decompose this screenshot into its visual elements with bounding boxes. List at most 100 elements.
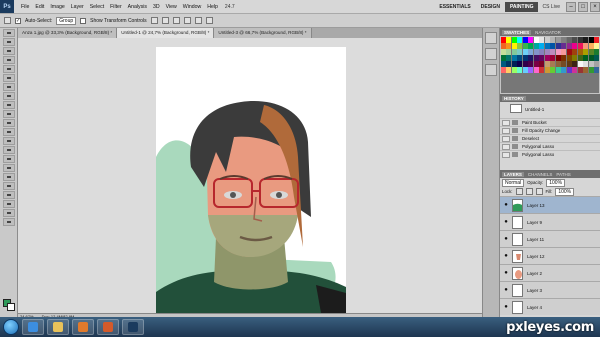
layer-row[interactable]: ● Layer 9 xyxy=(500,213,600,230)
color-swatch[interactable] xyxy=(566,49,572,55)
color-swatch[interactable] xyxy=(561,55,567,61)
move-tool-icon[interactable] xyxy=(2,29,15,37)
color-swatch[interactable] xyxy=(566,55,572,61)
auto-select-dropdown[interactable]: Group xyxy=(56,16,77,25)
background-color-swatch[interactable] xyxy=(7,303,15,311)
color-swatch[interactable] xyxy=(539,37,545,43)
document-canvas[interactable] xyxy=(156,47,346,313)
minimize-icon[interactable]: – xyxy=(566,1,576,12)
history-brush-tool-icon[interactable] xyxy=(2,110,15,118)
color-swatch[interactable] xyxy=(555,49,561,55)
zoom-level[interactable]: 24.7 xyxy=(221,4,239,10)
workspace-essentials[interactable]: ESSENTIALS xyxy=(434,2,475,12)
align-middle-icon[interactable] xyxy=(161,17,169,24)
color-swatch[interactable] xyxy=(566,37,572,43)
color-swatch[interactable] xyxy=(533,43,539,49)
color-swatch[interactable] xyxy=(506,55,512,61)
color-swatch[interactable] xyxy=(577,55,583,61)
layer-row[interactable]: ● Layer 11 xyxy=(500,230,600,247)
color-swatch[interactable] xyxy=(588,61,594,67)
shape-tool-icon[interactable] xyxy=(2,182,15,190)
eye-icon[interactable]: ● xyxy=(502,252,510,260)
color-swatch[interactable] xyxy=(528,49,534,55)
3d-rotate-tool-icon[interactable] xyxy=(2,191,15,199)
healing-tool-icon[interactable] xyxy=(2,83,15,91)
color-swatch[interactable] xyxy=(544,49,550,55)
color-swatch[interactable] xyxy=(528,67,534,73)
blur-tool-icon[interactable] xyxy=(2,137,15,145)
color-swatch[interactable] xyxy=(511,49,517,55)
history-item[interactable]: Paint Bucket xyxy=(500,118,600,126)
color-swatch[interactable] xyxy=(517,61,523,67)
taskbar-photoshop[interactable] xyxy=(122,319,144,335)
color-swatch[interactable] xyxy=(588,37,594,43)
menu-edit[interactable]: Edit xyxy=(32,4,47,10)
color-swatch[interactable] xyxy=(539,55,545,61)
history-snapshot-thumb[interactable] xyxy=(510,104,522,113)
color-swatch[interactable] xyxy=(533,37,539,43)
color-swatch[interactable] xyxy=(583,43,589,49)
color-swatch[interactable] xyxy=(583,49,589,55)
color-swatch[interactable] xyxy=(566,43,572,49)
taskbar-explorer[interactable] xyxy=(47,319,69,335)
menu-image[interactable]: Image xyxy=(47,4,67,10)
color-swatch[interactable] xyxy=(561,61,567,67)
history-item[interactable]: Polygonal Lasso xyxy=(500,142,600,150)
color-swatch[interactable] xyxy=(594,37,599,43)
eye-icon[interactable]: ● xyxy=(502,235,510,243)
color-swatch[interactable] xyxy=(572,67,578,73)
auto-select-checkbox[interactable]: ✓ xyxy=(15,17,21,24)
color-swatch[interactable] xyxy=(561,43,567,49)
close-icon[interactable]: × xyxy=(590,1,600,12)
workspace-design[interactable]: DESIGN xyxy=(476,2,505,12)
color-swatch[interactable] xyxy=(528,61,534,67)
menu-3d[interactable]: 3D xyxy=(150,4,163,10)
eye-icon[interactable]: ● xyxy=(502,201,510,209)
brush-preset-panel-icon[interactable] xyxy=(485,32,497,44)
color-swatch[interactable] xyxy=(561,37,567,43)
color-swatch[interactable] xyxy=(506,43,512,49)
taskbar-media[interactable] xyxy=(72,319,94,335)
workspace-painting[interactable]: PAINTING xyxy=(504,1,539,12)
opacity-field[interactable]: 100% xyxy=(546,178,566,187)
taskbar-firefox[interactable] xyxy=(97,319,119,335)
color-swatch[interactable] xyxy=(594,55,599,61)
brush-tool-icon[interactable] xyxy=(2,92,15,100)
tab-navigator[interactable]: NAVIGATOR xyxy=(535,30,561,35)
color-swatch[interactable] xyxy=(511,43,517,49)
color-swatch[interactable] xyxy=(501,37,506,43)
eyedropper-tool-icon[interactable] xyxy=(2,74,15,82)
color-swatch[interactable] xyxy=(506,67,512,73)
tab-anza[interactable]: Anza 1.jpg @ 33,3% (Background, RGB/8) * xyxy=(18,28,118,38)
color-swatch[interactable] xyxy=(588,49,594,55)
path-select-tool-icon[interactable] xyxy=(2,173,15,181)
blend-mode-dropdown[interactable]: Normal xyxy=(502,178,525,187)
tab-untitled-3[interactable]: Untitled-3 @ 66,7% (Background, RGB/8) * xyxy=(214,28,312,38)
layer-row[interactable]: ● Layer 2 xyxy=(500,264,600,281)
color-swatch[interactable] xyxy=(533,49,539,55)
fill-field[interactable]: 100% xyxy=(555,187,575,196)
color-swatch[interactable] xyxy=(501,55,506,61)
color-swatch[interactable] xyxy=(501,67,506,73)
menu-help[interactable]: Help xyxy=(204,4,221,10)
color-swatch[interactable] xyxy=(572,43,578,49)
lock-transparency-icon[interactable] xyxy=(515,188,523,195)
color-swatch[interactable] xyxy=(550,67,556,73)
maximize-icon[interactable]: □ xyxy=(578,1,588,12)
brushes-panel-icon[interactable] xyxy=(485,48,497,60)
menu-window[interactable]: Window xyxy=(180,4,204,10)
type-tool-icon[interactable] xyxy=(2,164,15,172)
color-swatch[interactable] xyxy=(577,61,583,67)
color-swatch[interactable] xyxy=(544,37,550,43)
menu-analysis[interactable]: Analysis xyxy=(125,4,150,10)
move-tool-icon[interactable] xyxy=(4,17,11,24)
pen-tool-icon[interactable] xyxy=(2,155,15,163)
color-swatch[interactable] xyxy=(544,67,550,73)
color-swatch[interactable] xyxy=(522,61,528,67)
color-swatch[interactable] xyxy=(501,61,506,67)
crop-tool-icon[interactable] xyxy=(2,65,15,73)
align-left-icon[interactable] xyxy=(183,17,191,24)
color-swatch[interactable] xyxy=(550,61,556,67)
color-swatch[interactable] xyxy=(517,37,523,43)
layer-row[interactable]: ● Layer 12 xyxy=(500,247,600,264)
